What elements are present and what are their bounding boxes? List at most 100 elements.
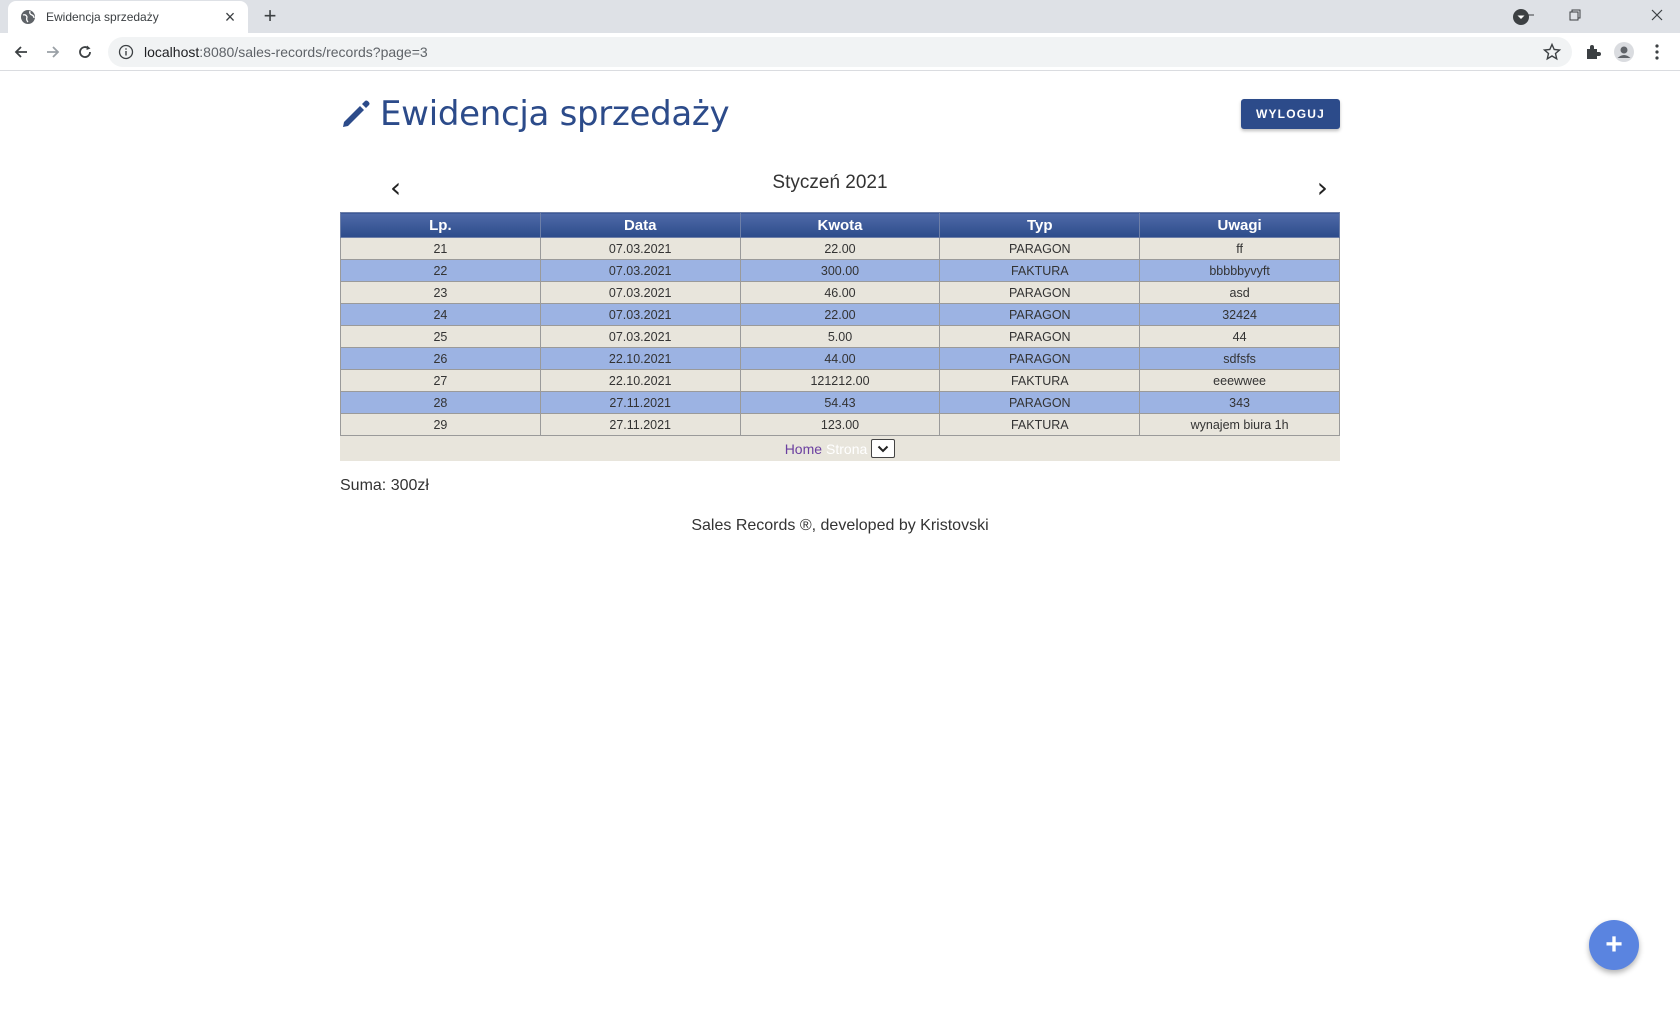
cell-uwagi: ff — [1139, 237, 1340, 260]
table-row: 25 07.03.2021 5.00 PARAGON 44 — [340, 325, 1340, 348]
cell-lp: 29 — [340, 413, 541, 436]
cell-kwota: 300.00 — [739, 259, 941, 282]
pencil-icon — [340, 98, 372, 130]
cell-kwota: 123.00 — [739, 413, 941, 436]
profile-avatar-icon[interactable] — [1613, 41, 1635, 63]
address-bar[interactable]: localhost:8080/sales-records/records?pag… — [108, 37, 1572, 67]
page-header: Ewidencja sprzedaży WYLOGUJ — [340, 72, 1340, 152]
cell-typ: FAKTURA — [939, 413, 1141, 436]
page-content: Ewidencja sprzedaży WYLOGUJ ‹ Styczeń 20… — [0, 72, 1680, 1010]
cell-typ: PARAGON — [939, 281, 1141, 304]
column-header-typ: Typ — [939, 212, 1141, 238]
page-label: Strona — [826, 440, 868, 457]
pagination-bar: Home Strona — [340, 436, 1340, 461]
cell-lp: 22 — [340, 259, 541, 282]
browser-tab-bar: Ewidencja sprzedaży × + — [0, 0, 1680, 33]
cell-data: 22.10.2021 — [539, 347, 741, 370]
cell-data: 27.11.2021 — [539, 413, 741, 436]
browser-menu-icon[interactable] — [1646, 41, 1668, 63]
main-container: Ewidencja sprzedaży WYLOGUJ ‹ Styczeń 20… — [340, 72, 1340, 495]
table-row: 21 07.03.2021 22.00 PARAGON ff — [340, 237, 1340, 260]
cell-typ: FAKTURA — [939, 369, 1141, 392]
cell-lp: 26 — [340, 347, 541, 370]
browser-tab[interactable]: Ewidencja sprzedaży × — [8, 1, 248, 33]
cell-uwagi: bbbbbyvyft — [1139, 259, 1340, 282]
new-tab-button[interactable]: + — [258, 3, 282, 28]
cell-lp: 27 — [340, 369, 541, 392]
close-icon[interactable]: × — [220, 7, 240, 27]
table-row: 29 27.11.2021 123.00 FAKTURA wynajem biura 1… — [340, 413, 1340, 436]
column-header-uwagi: Uwagi — [1139, 212, 1340, 238]
cell-uwagi: asd — [1139, 281, 1340, 304]
cell-typ: PARAGON — [939, 391, 1141, 414]
back-arrow-icon[interactable] — [8, 39, 34, 65]
cell-uwagi: wynajem biura 1h — [1139, 413, 1340, 436]
cell-uwagi: 32424 — [1139, 303, 1340, 326]
cell-lp: 25 — [340, 325, 541, 348]
cell-data: 07.03.2021 — [539, 303, 741, 326]
forward-arrow-icon[interactable] — [40, 39, 66, 65]
cell-uwagi: eeewwee — [1139, 369, 1340, 392]
browser-toolbar: localhost:8080/sales-records/records?pag… — [0, 33, 1680, 71]
cell-kwota: 44.00 — [739, 347, 941, 370]
cell-kwota: 22.00 — [739, 237, 941, 260]
cell-kwota: 46.00 — [739, 281, 941, 304]
window-close-icon[interactable] — [1634, 0, 1680, 30]
column-header-kwota: Kwota — [739, 212, 941, 238]
table-row: 24 07.03.2021 22.00 PARAGON 32424 — [340, 303, 1340, 326]
footer-text: Sales Records ®, developed by Kristovski — [691, 517, 989, 534]
home-link[interactable]: Home — [785, 441, 822, 457]
page-select-dropdown[interactable] — [871, 439, 896, 458]
records-table: Lp. Data Kwota Typ Uwagi 21 07.03.2021 22.… — [340, 212, 1340, 436]
cell-data: 07.03.2021 — [539, 259, 741, 282]
cell-kwota: 121212.00 — [739, 369, 941, 392]
extensions-puzzle-icon[interactable] — [1582, 41, 1604, 63]
cell-kwota: 22.00 — [739, 303, 941, 326]
reload-icon[interactable] — [72, 39, 98, 65]
globe-icon — [20, 9, 36, 25]
cell-typ: PARAGON — [939, 303, 1141, 326]
page-title: Ewidencja sprzedaży — [380, 94, 730, 134]
cell-kwota: 54.43 — [739, 391, 941, 414]
column-header-data: Data — [539, 212, 741, 238]
cell-typ: PARAGON — [939, 237, 1141, 260]
cell-uwagi: 44 — [1139, 325, 1340, 348]
next-month-button[interactable]: › — [1317, 174, 1328, 202]
current-month-label: Styczeń 2021 — [772, 172, 888, 193]
cell-typ: PARAGON — [939, 325, 1141, 348]
tab-title: Ewidencja sprzedaży — [46, 10, 159, 24]
add-record-button[interactable]: + — [1589, 920, 1639, 970]
url-text[interactable]: localhost:8080/sales-records/records?pag… — [144, 44, 1542, 60]
cell-lp: 23 — [340, 281, 541, 304]
cell-data: 22.10.2021 — [539, 369, 741, 392]
cell-data: 07.03.2021 — [539, 325, 741, 348]
chevron-down-icon — [878, 445, 889, 452]
url-host: localhost — [144, 44, 200, 60]
restore-icon[interactable] — [1552, 0, 1598, 30]
logout-button[interactable]: WYLOGUJ — [1241, 99, 1340, 129]
bookmark-star-icon[interactable] — [1542, 42, 1562, 62]
table-header-row: Lp. Data Kwota Typ Uwagi — [340, 212, 1340, 238]
table-row: 28 27.11.2021 54.43 PARAGON 343 — [340, 391, 1340, 414]
cell-uwagi: 343 — [1139, 391, 1340, 414]
url-path: :8080/sales-records/records?page=3 — [199, 44, 428, 60]
table-row: 26 22.10.2021 44.00 PARAGON sdfsfs — [340, 347, 1340, 370]
cell-lp: 21 — [340, 237, 541, 260]
cell-lp: 24 — [340, 303, 541, 326]
cell-typ: PARAGON — [939, 347, 1141, 370]
info-icon[interactable] — [118, 44, 134, 60]
cell-uwagi: sdfsfs — [1139, 347, 1340, 370]
month-navigation: ‹ Styczeń 2021 › — [340, 152, 1340, 212]
cell-kwota: 5.00 — [739, 325, 941, 348]
sum-total: Suma: 300zł — [340, 477, 429, 494]
column-header-lp: Lp. — [340, 212, 541, 238]
minimize-icon[interactable] — [1506, 0, 1552, 30]
cell-lp: 28 — [340, 391, 541, 414]
table-row: 22 07.03.2021 300.00 FAKTURA bbbbbyvyft — [340, 259, 1340, 282]
table-row: 27 22.10.2021 121212.00 FAKTURA eeewwee — [340, 369, 1340, 392]
table-row: 23 07.03.2021 46.00 PARAGON asd — [340, 281, 1340, 304]
cell-typ: FAKTURA — [939, 259, 1141, 282]
cell-data: 07.03.2021 — [539, 237, 741, 260]
cell-data: 27.11.2021 — [539, 391, 741, 414]
table-body: 21 07.03.2021 22.00 PARAGON ff 22 07.03.2021 30… — [340, 237, 1340, 436]
